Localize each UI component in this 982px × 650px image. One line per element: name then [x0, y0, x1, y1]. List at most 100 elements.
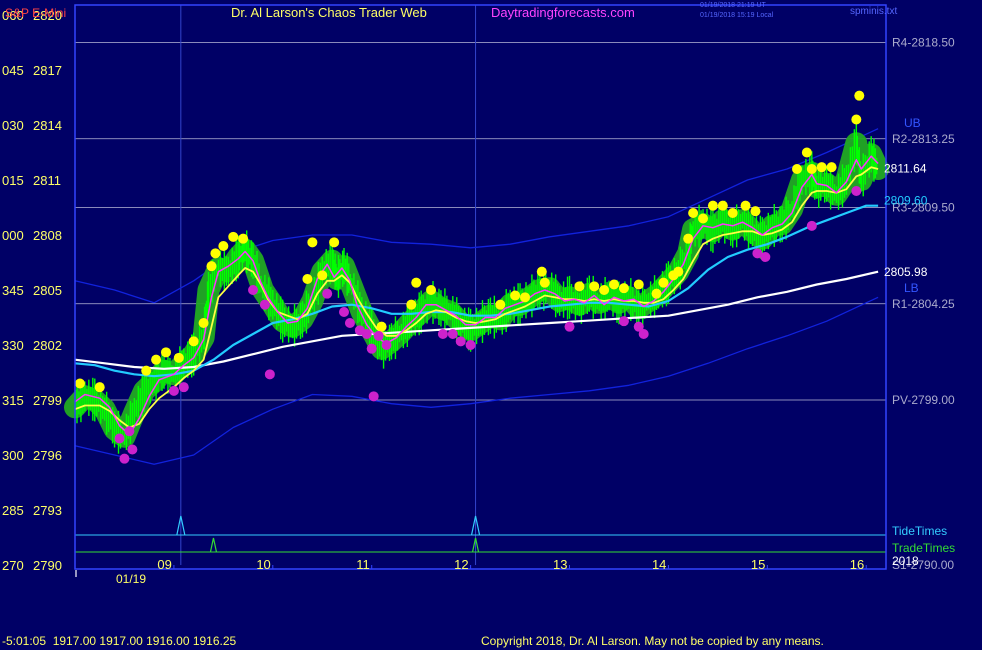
low-dot	[124, 426, 135, 437]
high-dot	[376, 321, 387, 332]
level-label: PV-2799.00	[892, 393, 955, 407]
high-dot	[851, 114, 862, 125]
high-dot	[495, 299, 506, 310]
low-dot	[344, 318, 355, 328]
high-dot	[683, 233, 694, 244]
high-dot	[609, 279, 620, 290]
low-dot	[373, 330, 384, 341]
low-dot	[248, 285, 259, 295]
high-dot	[74, 378, 85, 389]
high-dot	[698, 213, 709, 224]
high-dot	[816, 162, 827, 173]
y-tick-price: 2796	[33, 448, 62, 463]
high-dot	[238, 233, 249, 244]
x-tick-label: 15	[751, 557, 765, 572]
y-tick-price: 2793	[33, 503, 62, 518]
y-tick-degree: 015	[2, 173, 24, 188]
high-dot	[826, 162, 837, 173]
high-dot	[94, 382, 105, 393]
high-dot	[302, 274, 313, 284]
y-tick-degree: 345	[2, 283, 24, 298]
high-dot	[740, 200, 751, 211]
footer-copyright: Copyright 2018, Dr. Al Larson. May not b…	[481, 634, 824, 648]
high-dot	[791, 164, 802, 174]
header-stamp-local: 01/19/2018 15:19 Local	[700, 12, 774, 19]
x-tick-label: 10	[256, 557, 270, 572]
high-dot	[151, 354, 162, 365]
high-dot	[618, 283, 629, 294]
high-dot	[658, 277, 669, 288]
high-dot	[173, 352, 184, 363]
high-dot	[854, 90, 865, 101]
x-tick-label: 11	[356, 557, 370, 572]
high-dot	[218, 241, 229, 251]
low-dot	[259, 299, 270, 310]
high-dot	[633, 279, 644, 290]
footer-quote: -5:01:05 1917.00 1917.00 1916.00 1916.25	[2, 634, 237, 648]
low-dot	[447, 329, 458, 339]
high-dot	[206, 261, 217, 272]
ema-slow-value-label: 2809.60	[884, 194, 928, 208]
year-label: 2018	[892, 554, 919, 568]
high-dot	[329, 237, 340, 248]
high-dot	[411, 277, 422, 288]
y-tick-degree: 045	[2, 63, 24, 78]
low-dot	[851, 186, 862, 196]
x-tick-label: 12	[454, 557, 468, 572]
low-dot	[381, 340, 392, 350]
low-dot	[806, 220, 817, 231]
low-dot	[114, 433, 125, 444]
y-tick-price: 2799	[33, 393, 62, 408]
high-dot	[141, 365, 152, 376]
tide-times-label: TideTimes	[892, 524, 947, 538]
header-stamp-ut: 01/19/2018 21:19 UT	[700, 2, 766, 9]
header-author: Dr. Al Larson's Chaos Trader Web	[231, 5, 427, 20]
x-tick-label: 14	[652, 557, 666, 572]
chart: 060 2820045 2817030 2814015 2811000 2808345 28…	[0, 0, 982, 650]
low-dot	[178, 382, 189, 393]
x-tick-label: 16	[850, 557, 864, 572]
header-file: spminis.txt	[850, 6, 897, 17]
high-dot	[589, 281, 600, 292]
trade-times-label: TradeTimes	[892, 541, 955, 555]
y-tick-price: 2814	[33, 118, 62, 133]
low-dot	[127, 444, 138, 455]
low-dot	[455, 336, 466, 347]
high-dot	[188, 336, 199, 347]
x-tick-label: 09	[157, 557, 171, 572]
high-dot	[599, 285, 610, 295]
high-dot	[707, 200, 718, 211]
low-dot	[465, 340, 476, 350]
low-dot	[322, 288, 333, 299]
y-tick-degree: 315	[2, 393, 24, 408]
last-price-label: 2811.64	[884, 161, 927, 175]
high-dot	[520, 292, 531, 303]
low-dot	[264, 369, 275, 380]
high-dot	[574, 281, 585, 292]
low-dot	[361, 329, 372, 339]
low-dot	[368, 391, 379, 402]
date-label: 01/19	[116, 572, 146, 586]
high-dot	[673, 266, 684, 277]
high-dot	[651, 288, 662, 299]
y-tick-price: 2808	[33, 228, 62, 243]
lower-band-label: LB	[904, 281, 919, 295]
high-dot	[228, 231, 239, 242]
low-dot	[564, 321, 575, 332]
x-tick-label: 13	[553, 557, 567, 572]
header-symbol: S&P E-Mini	[5, 6, 66, 20]
y-tick-degree: 285	[2, 503, 24, 518]
y-tick-degree: 030	[2, 118, 24, 133]
low-dot	[638, 329, 649, 339]
low-dot	[339, 307, 350, 317]
header-site[interactable]: Daytradingforecasts.com	[491, 5, 635, 20]
level-label: R1-2804.25	[892, 297, 955, 311]
high-dot	[717, 200, 728, 211]
ema-long-value-label: 2805.98	[884, 265, 928, 279]
y-tick-price: 2817	[33, 63, 62, 78]
high-dot	[727, 208, 738, 218]
y-tick-degree: 270	[2, 558, 24, 573]
y-tick-degree: 000	[2, 228, 24, 243]
high-dot	[198, 318, 209, 328]
upper-band-label: UB	[904, 116, 921, 130]
